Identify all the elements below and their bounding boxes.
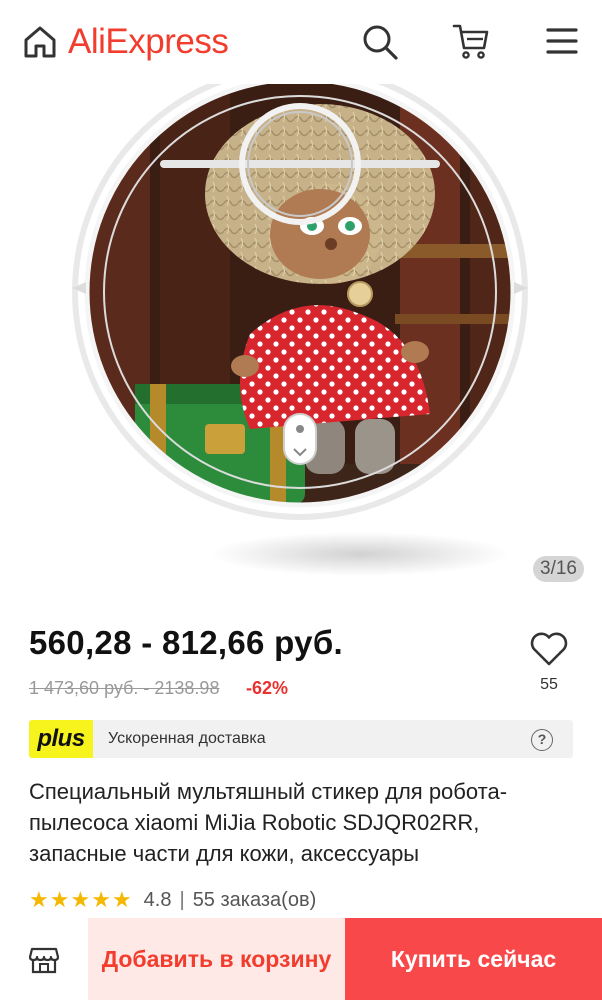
- help-icon[interactable]: ?: [531, 729, 553, 751]
- star-rating: ★ ★ ★ ★ ★: [29, 887, 132, 913]
- header: AliExpress: [0, 0, 602, 84]
- star-icon: ★: [29, 887, 49, 912]
- buy-now-button[interactable]: Купить сейчас: [345, 918, 602, 1000]
- plus-delivery-text: Ускоренная доставка: [108, 730, 266, 747]
- product-title: Специальный мультяшный стикер для робота…: [29, 779, 508, 866]
- orders-count: 55 заказа(ов): [192, 888, 317, 911]
- store-icon[interactable]: [28, 943, 60, 975]
- plus-badge: plus: [29, 720, 93, 758]
- add-to-cart-button[interactable]: Добавить в корзину: [88, 918, 345, 1000]
- star-icon: ★: [91, 887, 111, 912]
- rating-value: 4.8: [143, 888, 172, 911]
- cart-icon[interactable]: [452, 22, 490, 60]
- aliexpress-logo[interactable]: AliExpress: [68, 22, 229, 62]
- old-price: 1 473,60 руб. - 2138.98: [29, 678, 220, 698]
- search-icon[interactable]: [361, 23, 399, 61]
- product-image: [72, 64, 528, 576]
- menu-icon[interactable]: [544, 24, 580, 58]
- image-counter: 3/16: [533, 556, 584, 582]
- star-icon: ★: [49, 887, 70, 912]
- product-price: 560,28 - 812,66 руб.: [29, 624, 343, 661]
- heart-icon[interactable]: [529, 631, 569, 667]
- rating-row[interactable]: ★ ★ ★ ★ ★ 4.8 | 55 заказа(ов): [29, 886, 316, 914]
- star-icon: ★: [70, 887, 91, 912]
- plus-delivery-bar[interactable]: plus Ускоренная доставка ?: [29, 720, 573, 758]
- product-image-gallery[interactable]: [0, 64, 602, 594]
- like-count: 55: [540, 676, 558, 693]
- home-icon[interactable]: [20, 22, 60, 62]
- discount-badge: -62%: [246, 678, 289, 698]
- rating-separator: |: [179, 888, 185, 911]
- star-icon: ★: [111, 887, 132, 912]
